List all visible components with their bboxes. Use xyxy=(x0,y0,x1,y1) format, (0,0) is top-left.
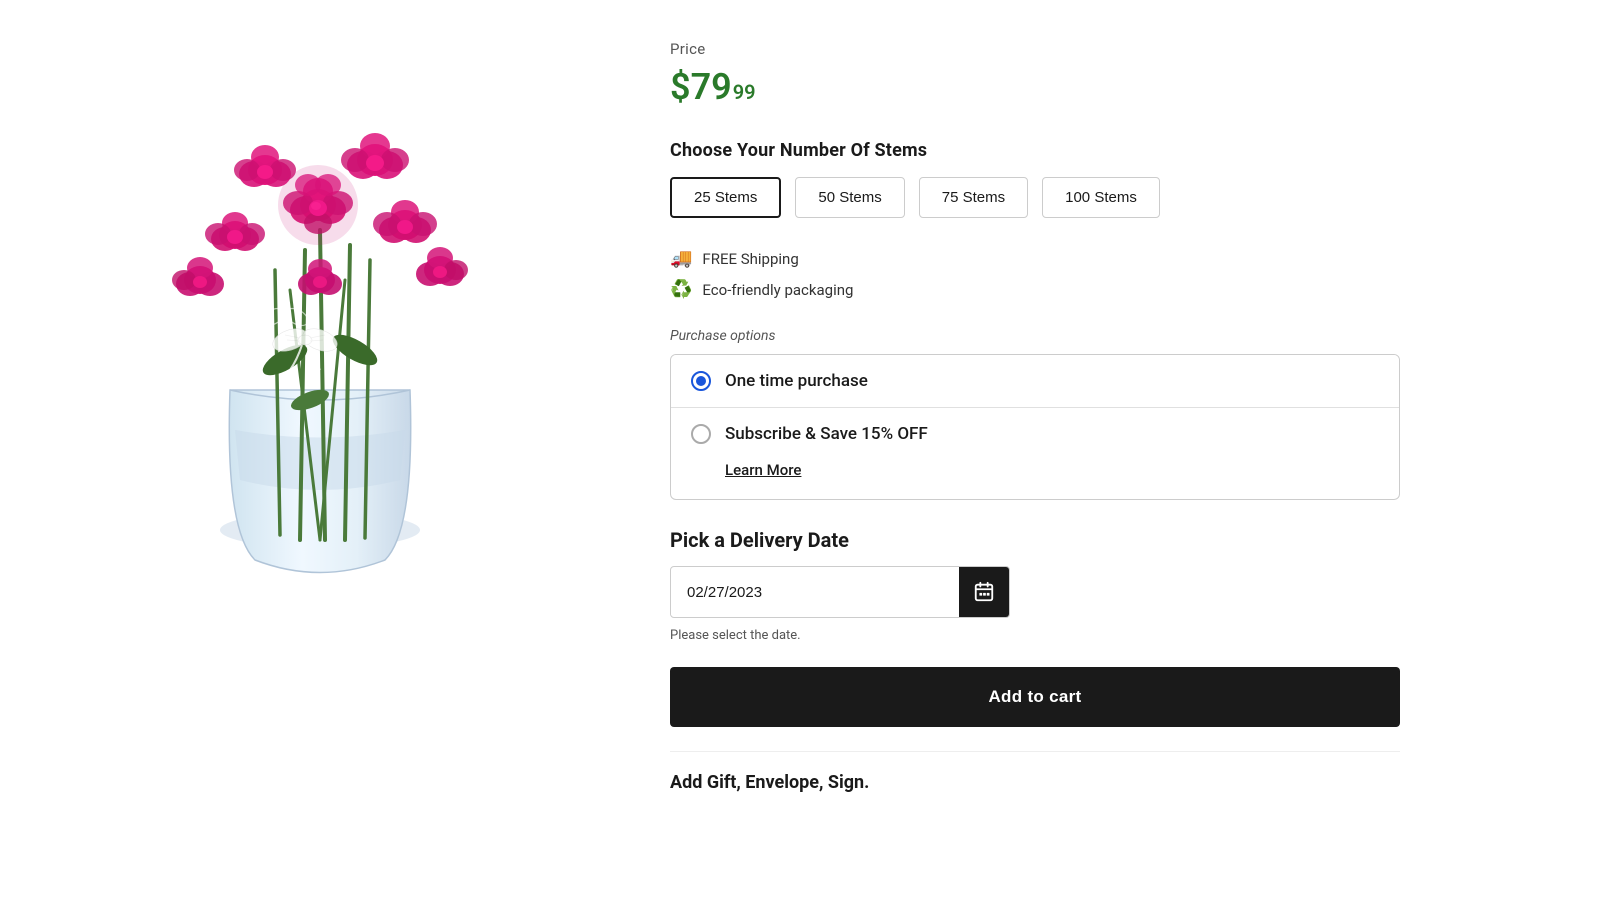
price-cents: 99 xyxy=(733,80,756,104)
calendar-icon xyxy=(973,581,995,603)
shipping-icon: 🚚 xyxy=(670,248,692,269)
purchase-options-box: One time purchase Subscribe & Save 15% O… xyxy=(670,354,1400,500)
product-image xyxy=(70,50,570,590)
feature-eco-text: Eco-friendly packaging xyxy=(702,281,853,299)
feature-shipping: 🚚 FREE Shipping xyxy=(670,248,1400,269)
subscribe-section: Subscribe & Save 15% OFF Learn More xyxy=(671,408,1399,499)
stems-options: 25 Stems 50 Stems 75 Stems 100 Stems xyxy=(670,177,1400,218)
add-to-cart-button[interactable]: Add to cart xyxy=(670,667,1400,727)
purchase-options-label: Purchase options xyxy=(670,328,1400,344)
delivery-section-title: Pick a Delivery Date xyxy=(670,528,1400,552)
feature-shipping-text: FREE Shipping xyxy=(702,250,798,268)
subscribe-radio[interactable] xyxy=(691,424,711,444)
stem-option-75[interactable]: 75 Stems xyxy=(919,177,1028,218)
product-image-section xyxy=(0,20,640,880)
stems-section-title: Choose Your Number Of Stems xyxy=(670,140,1400,161)
one-time-radio[interactable] xyxy=(691,371,711,391)
price-display: $79 99 xyxy=(670,66,1400,108)
subscribe-row: Subscribe & Save 15% OFF xyxy=(691,424,1379,444)
product-image-wrapper xyxy=(60,40,580,600)
stem-option-25[interactable]: 25 Stems xyxy=(670,177,781,218)
date-input-wrapper xyxy=(670,566,1010,618)
price-main: $79 xyxy=(670,66,732,108)
page-container: Price $79 99 Choose Your Number Of Stems… xyxy=(0,0,1600,900)
feature-eco: ♻️ Eco-friendly packaging xyxy=(670,279,1400,300)
eco-icon: ♻️ xyxy=(670,279,692,300)
subscribe-label: Subscribe & Save 15% OFF xyxy=(725,424,928,444)
calendar-button[interactable] xyxy=(959,567,1009,617)
one-time-purchase-row[interactable]: One time purchase xyxy=(671,355,1399,408)
product-details-section: Price $79 99 Choose Your Number Of Stems… xyxy=(640,20,1460,880)
date-hint: Please select the date. xyxy=(670,628,1400,643)
stem-option-100[interactable]: 100 Stems xyxy=(1042,177,1160,218)
learn-more-link[interactable]: Learn More xyxy=(725,461,801,479)
features-list: 🚚 FREE Shipping ♻️ Eco-friendly packagin… xyxy=(670,248,1400,300)
date-input[interactable] xyxy=(671,570,959,615)
price-label: Price xyxy=(670,40,1400,58)
bottom-section-title: Add Gift, Envelope, Sign. xyxy=(670,751,1400,793)
stem-option-50[interactable]: 50 Stems xyxy=(795,177,904,218)
one-time-label: One time purchase xyxy=(725,371,868,391)
